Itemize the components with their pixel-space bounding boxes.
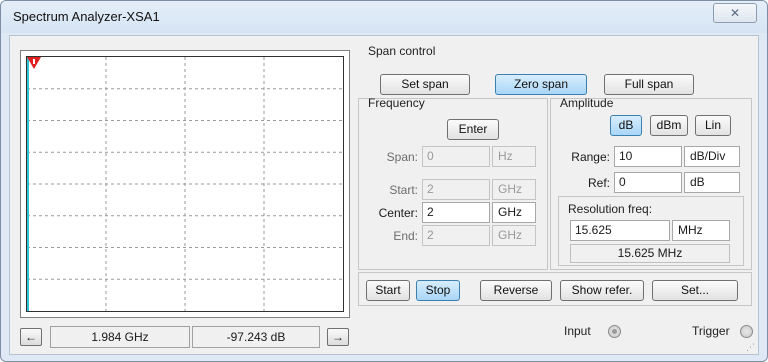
range-unit[interactable]: dB/Div bbox=[684, 146, 740, 167]
dbm-scale-button[interactable]: dBm bbox=[650, 115, 688, 136]
end-freq-unit[interactable]: GHz bbox=[492, 225, 536, 246]
resolution-unit[interactable]: MHz bbox=[672, 220, 730, 241]
cursor-right-button[interactable]: → bbox=[327, 328, 349, 346]
display-grid bbox=[27, 57, 343, 311]
arrow-right-icon: → bbox=[332, 330, 344, 344]
spectrum-display[interactable] bbox=[26, 56, 344, 312]
resolution-display: 15.625 MHz bbox=[570, 244, 730, 263]
enter-button[interactable]: Enter bbox=[447, 119, 499, 140]
zero-span-button[interactable]: Zero span bbox=[495, 74, 587, 95]
set-button[interactable]: Set... bbox=[652, 280, 738, 301]
cursor-readout-bar: ← 1.984 GHz -97.243 dB → bbox=[20, 326, 350, 350]
arrow-left-icon: ← bbox=[25, 330, 37, 344]
stop-button[interactable]: Stop bbox=[416, 280, 460, 301]
spectrum-analyzer-window: Spectrum Analyzer-XSA1 ✕ ← 1.984 GHz -97… bbox=[0, 0, 768, 362]
input-label: Input bbox=[564, 324, 591, 338]
center-freq-label: Center: bbox=[378, 206, 418, 220]
resolution-input[interactable]: 15.625 bbox=[570, 220, 670, 241]
amplitude-label: Amplitude bbox=[560, 96, 614, 110]
marker-icon[interactable] bbox=[27, 57, 41, 69]
end-freq-label: End: bbox=[393, 229, 418, 243]
frequency-label: Frequency bbox=[368, 96, 425, 110]
start-freq-unit[interactable]: GHz bbox=[492, 179, 536, 200]
close-button[interactable]: ✕ bbox=[713, 3, 757, 23]
reverse-button[interactable]: Reverse bbox=[480, 280, 552, 301]
spectrum-display-frame bbox=[20, 50, 350, 318]
ref-label: Ref: bbox=[587, 176, 610, 190]
resolution-label: Resolution freq: bbox=[568, 202, 653, 216]
center-freq-unit[interactable]: GHz bbox=[492, 202, 536, 223]
span-control-label: Span control bbox=[368, 44, 436, 58]
ref-input[interactable]: 0 bbox=[614, 172, 682, 193]
range-label: Range: bbox=[571, 150, 610, 164]
span-input[interactable]: 0 bbox=[422, 146, 490, 167]
resize-grip-icon[interactable]: ⋰ bbox=[746, 342, 756, 352]
start-freq-label: Start: bbox=[389, 183, 418, 197]
span-unit[interactable]: Hz bbox=[492, 146, 536, 167]
center-freq-input[interactable]: 2 bbox=[422, 202, 490, 223]
db-scale-button[interactable]: dB bbox=[610, 115, 642, 136]
ref-unit[interactable]: dB bbox=[684, 172, 740, 193]
set-span-button[interactable]: Set span bbox=[380, 74, 470, 95]
cursor-left-button[interactable]: ← bbox=[20, 328, 42, 346]
trigger-terminal[interactable] bbox=[740, 325, 753, 338]
lin-scale-button[interactable]: Lin bbox=[695, 115, 731, 136]
full-span-button[interactable]: Full span bbox=[604, 74, 694, 95]
window-title: Spectrum Analyzer-XSA1 bbox=[13, 9, 160, 24]
range-input[interactable]: 10 bbox=[614, 146, 682, 167]
end-freq-input[interactable]: 2 bbox=[422, 225, 490, 246]
level-readout: -97.243 dB bbox=[192, 326, 320, 348]
start-button[interactable]: Start bbox=[366, 280, 410, 301]
trigger-label: Trigger bbox=[692, 324, 730, 338]
show-refer-button[interactable]: Show refer. bbox=[560, 280, 644, 301]
close-icon: ✕ bbox=[729, 6, 741, 20]
client-area: ← 1.984 GHz -97.243 dB → Span control Se… bbox=[9, 35, 759, 355]
frequency-readout: 1.984 GHz bbox=[50, 326, 190, 348]
input-terminal[interactable] bbox=[608, 325, 621, 338]
start-freq-input[interactable]: 2 bbox=[422, 179, 490, 200]
title-bar[interactable]: Spectrum Analyzer-XSA1 ✕ bbox=[1, 1, 767, 33]
span-label: Span: bbox=[386, 150, 418, 164]
